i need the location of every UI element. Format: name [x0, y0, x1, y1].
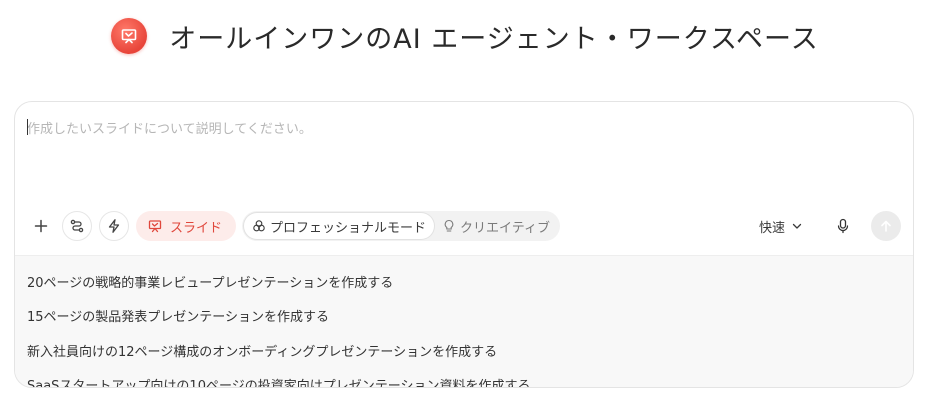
send-button[interactable]: [871, 211, 901, 241]
suggestion-item[interactable]: SaaSスタートアップ向けの10ページの投資家向けプレゼンテーション資料を作成す…: [27, 375, 530, 387]
suggestion-item[interactable]: 15ページの製品発表プレゼンテーションを作成する: [27, 306, 329, 325]
presentation-icon: [148, 220, 162, 233]
suggestion-list: 20ページの戦略的事業レビュープレゼンテーションを作成する 15ページの製品発表…: [15, 255, 913, 387]
presentation-logo-icon: [111, 18, 148, 54]
lightbulb-icon: [444, 219, 454, 232]
mode-creative-label: クリエイティブ: [460, 220, 550, 236]
mode-professional[interactable]: プロフェッショナルモード: [244, 213, 435, 239]
header: オールインワンのAI エージェント・ワークスペース: [0, 14, 930, 58]
text-caret: [27, 119, 28, 135]
page-title: オールインワンのAI エージェント・ワークスペース: [169, 23, 819, 55]
suggestion-item[interactable]: 20ページの戦略的事業レビュープレゼンテーションを作成する: [27, 272, 393, 291]
prompt-toolbar: スライド プロフェッショナルモード クリエイティブ 快速: [27, 210, 901, 242]
mode-professional-label: プロフェッショナルモード: [270, 220, 427, 236]
three-circles-icon: [253, 220, 265, 232]
lightning-icon: [108, 219, 120, 233]
arrow-up-icon: [881, 220, 891, 232]
workflow-button[interactable]: [62, 211, 92, 241]
add-button[interactable]: [27, 211, 55, 241]
quick-action-button[interactable]: [99, 211, 129, 241]
speed-label: 快速: [758, 220, 785, 236]
slide-mode-button[interactable]: スライド: [136, 211, 237, 241]
chevron-down-icon: [792, 223, 802, 229]
microphone-icon: [837, 218, 849, 234]
suggestion-item[interactable]: 新入社員向けの12ページ構成のオンボーディングプレゼンテーションを作成する: [27, 341, 497, 360]
microphone-button[interactable]: [831, 214, 855, 238]
plus-icon: [34, 219, 48, 233]
workflow-icon: [70, 219, 84, 233]
prompt-input[interactable]: [27, 118, 887, 198]
speed-dropdown[interactable]: 快速: [759, 217, 803, 236]
mode-creative[interactable]: クリエイティブ: [434, 213, 558, 239]
slide-mode-label: スライド: [170, 220, 223, 236]
mode-selector: プロフェッショナルモード クリエイティブ: [242, 211, 560, 241]
prompt-card: スライド プロフェッショナルモード クリエイティブ 快速: [14, 101, 914, 388]
